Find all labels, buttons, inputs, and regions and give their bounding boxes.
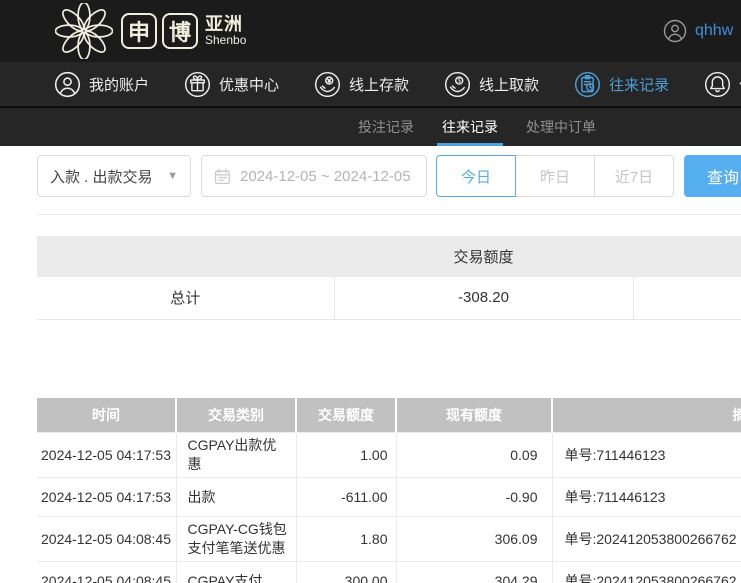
date-range-value: 2024-12-05 ~ 2024-12-05	[240, 167, 411, 185]
logo-wordmark: 亚洲 Shenbo	[205, 15, 246, 46]
table-row: 2024-12-05 04:08:45 CGPAY-CG钱包支付笔笔送优惠 1.…	[37, 516, 741, 562]
cell-summary: 单号:711446123	[551, 432, 741, 478]
col-header-amount: 交易额度	[295, 397, 396, 433]
cell-summary: 单号:202412053800266762	[551, 516, 741, 562]
nav-label: 线上取款	[479, 76, 540, 94]
cell-amount: 1.00	[295, 432, 396, 478]
page: 申 博 亚洲 Shenbo qhhw 我的账户 优惠中心 线上存款 $ 线上取款…	[0, 0, 741, 583]
transactions-table: 时间 交易类别 交易额度 现有额度 摘要 2024-12-05 04:17:53…	[37, 397, 741, 583]
summary-total-row: 总计 -308.20	[37, 277, 741, 320]
bell-icon	[705, 71, 731, 97]
deposit-icon	[314, 71, 341, 97]
cell-amount: 300.00	[295, 561, 396, 583]
cell-time: 2024-12-05 04:17:53	[37, 432, 176, 478]
summary-total-label: 总计	[37, 277, 334, 320]
user-icon	[54, 71, 81, 97]
chevron-down-icon: ▼	[167, 170, 178, 182]
summary-header-empty	[37, 236, 334, 277]
table-header-row: 时间 交易类别 交易额度 现有额度 摘要	[37, 397, 741, 433]
nav-item-my-account[interactable]: 我的账户	[54, 71, 149, 98]
nav-label: 优惠中心	[219, 76, 280, 94]
main-nav: 我的账户 优惠中心 线上存款 $ 线上取款 往来记录	[0, 62, 741, 108]
table-row: 2024-12-05 04:08:45 CGPAY支付 300.00 304.2…	[37, 561, 741, 583]
search-button[interactable]: 查询	[684, 155, 741, 197]
cell-time: 2024-12-05 04:08:45	[37, 516, 176, 562]
nav-item-withdraw[interactable]: $ 线上取款	[444, 71, 539, 98]
cell-amount: -611.00	[295, 477, 396, 517]
brand-logo[interactable]: 申 博 亚洲 Shenbo	[55, 3, 246, 59]
nav-label: 我的账户	[89, 76, 150, 94]
top-bar: 申 博 亚洲 Shenbo qhhw	[0, 0, 741, 62]
cell-amount: 1.80	[295, 516, 396, 562]
col-header-balance: 现有额度	[395, 397, 552, 433]
col-header-time: 时间	[37, 397, 176, 433]
date-range-input[interactable]: 2024-12-05 ~ 2024-12-05	[201, 155, 427, 197]
filter-row: 入款 . 出款交易 ▼ 2024-12-05 ~ 2024-12-05 今日 昨…	[37, 155, 741, 197]
summary-header-amount: 交易额度	[334, 236, 633, 277]
summary-empty-cell	[632, 277, 741, 320]
section-divider	[37, 214, 741, 215]
nav-item-promotions[interactable]: 优惠中心	[184, 71, 279, 98]
logo-region: 亚洲	[205, 14, 243, 35]
quick-date-buttons: 今日 昨日 近7日	[436, 155, 674, 197]
username: qhhw	[695, 22, 734, 39]
summary-table: 交易额度 总计 -308.20	[37, 236, 741, 320]
calendar-icon	[214, 168, 231, 184]
cell-summary: 单号:202412053800266762	[551, 561, 741, 583]
tab-label: 处理中订单	[526, 119, 596, 135]
col-header-summary: 摘要	[551, 397, 741, 433]
transaction-type-select[interactable]: 入款 . 出款交易 ▼	[37, 155, 191, 197]
last-7-days-button[interactable]: 近7日	[594, 155, 674, 197]
cell-balance: 0.09	[395, 432, 552, 478]
cell-type: 出款	[175, 477, 296, 517]
content-area: 入款 . 出款交易 ▼ 2024-12-05 ~ 2024-12-05 今日 昨…	[0, 155, 741, 583]
nav-item-transaction-records[interactable]: 往来记录	[574, 71, 669, 98]
cell-balance: -0.90	[395, 477, 552, 517]
tab-betting-records[interactable]: 投注记录	[358, 108, 414, 146]
yesterday-button[interactable]: 昨日	[515, 155, 595, 197]
logo-subtitle: Shenbo	[205, 33, 247, 48]
tab-transaction-records[interactable]: 往来记录	[437, 108, 503, 146]
gift-icon	[184, 71, 211, 97]
withdraw-icon: $	[445, 71, 471, 97]
logo-char-2: 博	[162, 13, 198, 49]
user-account[interactable]: qhhw	[663, 0, 733, 62]
cell-type: CGPAY支付	[175, 561, 296, 583]
nav-label: 往来记录	[609, 76, 670, 94]
today-button[interactable]: 今日	[436, 155, 516, 197]
user-avatar-icon	[663, 19, 687, 43]
tab-label: 往来记录	[442, 119, 498, 135]
cell-time: 2024-12-05 04:17:53	[37, 477, 176, 517]
sub-tab-bar: 投注记录 往来记录 处理中订单	[0, 108, 741, 146]
col-header-type: 交易类别	[175, 397, 296, 433]
logo-char-1: 申	[121, 13, 157, 49]
cell-time: 2024-12-05 04:08:45	[37, 561, 176, 583]
nav-item-messages[interactable]: 信息	[704, 71, 741, 98]
select-value: 入款 . 出款交易	[50, 168, 153, 186]
nav-label: 线上存款	[349, 76, 410, 94]
records-icon	[575, 71, 601, 97]
tab-pending-orders[interactable]: 处理中订单	[526, 108, 596, 146]
cell-balance: 304.29	[395, 561, 552, 583]
svg-text:$: $	[458, 77, 462, 84]
flower-logo-icon	[55, 3, 113, 59]
nav-item-deposit[interactable]: 线上存款	[314, 71, 409, 98]
summary-header-row: 交易额度	[37, 236, 741, 277]
tab-label: 投注记录	[358, 119, 414, 135]
table-row: 2024-12-05 04:17:53 出款 -611.00 -0.90 单号:…	[37, 477, 741, 517]
cell-type: CGPAY-CG钱包支付笔笔送优惠	[175, 516, 296, 562]
summary-header-empty	[633, 236, 741, 277]
summary-total-value: -308.20	[333, 277, 633, 320]
cell-summary: 单号:711446123	[551, 477, 741, 517]
table-row: 2024-12-05 04:17:53 CGPAY出款优惠 1.00 0.09 …	[37, 432, 741, 478]
cell-type: CGPAY出款优惠	[175, 432, 296, 478]
cell-balance: 306.09	[395, 516, 552, 562]
